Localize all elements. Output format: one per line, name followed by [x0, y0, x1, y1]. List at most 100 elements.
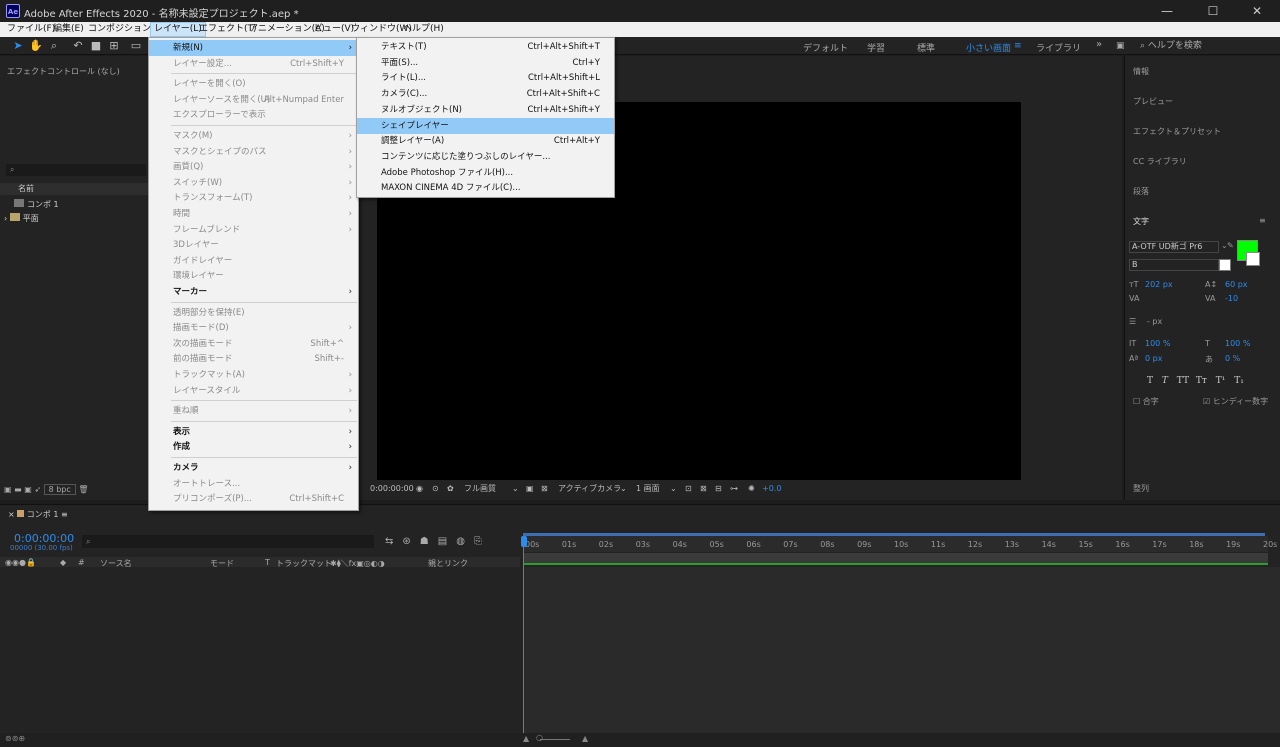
more-workspaces-icon[interactable]: »: [1096, 39, 1102, 50]
new-submenu-item-3[interactable]: カメラ(C)... Ctrl+Alt+Shift+C: [357, 86, 614, 102]
zoom-slider[interactable]: [540, 739, 570, 740]
av-switches-icon[interactable]: ◉◉●🔒: [5, 558, 36, 567]
layer-menu-item-5[interactable]: エクスプローラーで表示: [149, 107, 358, 123]
baseline-value[interactable]: 0 px: [1145, 354, 1162, 363]
zoom-tool-icon[interactable]: ⌕: [46, 39, 62, 53]
zoom-out-icon[interactable]: ▲: [523, 734, 529, 743]
selection-tool-icon[interactable]: ➤: [10, 39, 26, 53]
camera-dropdown[interactable]: アクティブカメラ: [558, 480, 621, 498]
comp-mini-flowchart-icon[interactable]: ⇆: [385, 536, 402, 547]
new-submenu-item-8[interactable]: Adobe Photoshop ファイル(H)...: [357, 165, 614, 181]
snapshot-icon[interactable]: ◉: [416, 480, 423, 498]
timeline-search-input[interactable]: ⌕: [82, 535, 374, 548]
layer-menu-item-22[interactable]: 前の描画モード Shift+-: [149, 351, 358, 367]
project-item-folder[interactable]: › 平面: [4, 213, 39, 224]
workspace-small-screen[interactable]: 小さい画面: [966, 41, 1011, 54]
workspace-standard[interactable]: 標準: [917, 41, 935, 54]
layer-menu-item-1[interactable]: レイヤー設定... Ctrl+Shift+Y: [149, 56, 358, 72]
project-item-comp[interactable]: コンポ 1: [14, 199, 59, 210]
layer-menu-item-3[interactable]: レイヤーを開く(O): [149, 76, 358, 92]
layer-menu-item-29[interactable]: 作成 ›: [149, 439, 358, 455]
pan-behind-tool-icon[interactable]: ⊞: [106, 39, 122, 53]
views-dropdown[interactable]: 1 画面: [636, 480, 660, 498]
rectangle-tool-icon[interactable]: ▭: [128, 39, 144, 53]
layer-menu-item-8[interactable]: マスクとシェイプのパス ›: [149, 144, 358, 160]
timeline-tab[interactable]: × コンポ 1 ≡: [8, 509, 68, 520]
layer-menu-item-20[interactable]: 描画モード(D) ›: [149, 320, 358, 336]
character-panel-header[interactable]: 文字: [1133, 216, 1149, 227]
leading-value[interactable]: 60 px: [1225, 280, 1248, 289]
stroke-color-swatch[interactable]: [1246, 252, 1260, 266]
small-caps-button[interactable]: Tт: [1196, 376, 1207, 386]
eyedropper-icon[interactable]: ✎: [1227, 241, 1234, 250]
close-tab-icon[interactable]: ×: [8, 510, 17, 519]
layer-menu-item-28[interactable]: 表示 ›: [149, 424, 358, 440]
playhead-handle[interactable]: [521, 536, 527, 547]
menu-8[interactable]: ヘルプ(H): [400, 22, 447, 37]
graph-editor-icon[interactable]: ⎘: [474, 536, 491, 547]
white-swatch[interactable]: [1219, 259, 1231, 271]
workspace-learn[interactable]: 学習: [867, 41, 885, 54]
reset-exposure-icon[interactable]: ✺: [748, 480, 755, 498]
label-icon[interactable]: ◆: [60, 558, 66, 567]
info-panel-header[interactable]: 情報: [1133, 66, 1149, 77]
panel-menu-icon[interactable]: ≡: [1259, 216, 1266, 225]
search-help-toggle-icon[interactable]: ▣: [1116, 41, 1125, 51]
layer-menu-item-17[interactable]: マーカー ›: [149, 284, 358, 300]
transparency-grid-icon[interactable]: ⊠: [541, 480, 548, 498]
shy-icon[interactable]: ☗: [420, 536, 438, 547]
resolution-dropdown[interactable]: フル画質: [464, 480, 496, 498]
workspace-libraries[interactable]: ライブラリ: [1036, 41, 1081, 54]
maximize-button[interactable]: ☐: [1190, 0, 1236, 22]
layer-menu-item-15[interactable]: ガイドレイヤー: [149, 253, 358, 269]
layer-menu-item-12[interactable]: 時間 ›: [149, 206, 358, 222]
layer-menu-item-9[interactable]: 画質(Q) ›: [149, 159, 358, 175]
toggle-switches-icon[interactable]: ⊚⊚⊕: [5, 734, 25, 743]
roi-icon[interactable]: ▣: [526, 480, 534, 498]
flowchart-icon[interactable]: ⊶: [730, 480, 738, 498]
layer-menu-item-24[interactable]: レイヤースタイル ›: [149, 383, 358, 399]
layer-list[interactable]: [0, 567, 520, 733]
new-comp-icon[interactable]: ▣: [24, 485, 34, 494]
timeline-graph-area[interactable]: [523, 567, 1280, 733]
layer-menu-item-31[interactable]: カメラ ›: [149, 460, 358, 476]
preview-panel-header[interactable]: プレビュー: [1133, 96, 1173, 107]
faux-italic-button[interactable]: T: [1162, 376, 1168, 386]
menu-1[interactable]: 編集(E): [50, 22, 87, 37]
layer-menu-item-32[interactable]: オートトレース...: [149, 476, 358, 492]
zoom-in-icon[interactable]: ▲: [582, 734, 588, 743]
time-ruler[interactable]: 00s 01s 02s 03s 04s 05s 06s 07s 08s 09s 10s 11s 12s 1…: [523, 536, 1277, 552]
layer-menu-item-7[interactable]: マスク(M) ›: [149, 128, 358, 144]
align-panel-header[interactable]: 整列: [1133, 483, 1149, 494]
project-column-name[interactable]: 名前: [0, 183, 148, 195]
layer-menu-item-10[interactable]: スイッチ(W) ›: [149, 175, 358, 191]
layer-menu-item-16[interactable]: 環境レイヤー: [149, 268, 358, 284]
panel-menu-icon[interactable]: ≡: [61, 510, 68, 519]
show-snapshot-icon[interactable]: ⊙: [432, 480, 439, 498]
font-family-dropdown[interactable]: A-OTF UD新ゴ Pr6: [1129, 241, 1219, 253]
exposure-value[interactable]: +0.0: [762, 480, 781, 498]
toggle-pixel-aspect-icon[interactable]: ⊡: [685, 480, 692, 498]
subscript-button[interactable]: T₁: [1234, 376, 1244, 386]
channel-icon[interactable]: ✿: [447, 480, 454, 498]
new-submenu-item-4[interactable]: ヌルオブジェクト(N) Ctrl+Alt+Shift+Y: [357, 102, 614, 118]
hindi-digits-checkbox[interactable]: ☑ ヒンディー数字: [1203, 396, 1268, 407]
workspace-default[interactable]: デフォルト: [803, 41, 848, 54]
layer-menu-item-26[interactable]: 重ね順 ›: [149, 403, 358, 419]
stroke-width-value[interactable]: - px: [1147, 317, 1162, 326]
fast-preview-icon[interactable]: ⊠: [700, 480, 707, 498]
motion-blur-icon[interactable]: ◍: [456, 536, 474, 547]
new-folder-icon[interactable]: ▬: [14, 485, 24, 494]
tracking-value[interactable]: -10: [1225, 294, 1238, 303]
timeline-toggle-icon[interactable]: ⊟: [715, 480, 722, 498]
vertical-scale-value[interactable]: 100 %: [1145, 339, 1170, 348]
new-submenu-item-2[interactable]: ライト(L)... Ctrl+Alt+Shift+L: [357, 70, 614, 86]
render-icon[interactable]: ➶: [34, 485, 43, 494]
cc-libraries-panel-header[interactable]: CC ライブラリ: [1133, 156, 1187, 167]
effects-presets-panel-header[interactable]: エフェクト＆プリセット: [1133, 126, 1221, 137]
superscript-button[interactable]: T¹: [1216, 376, 1226, 386]
layer-menu-item-4[interactable]: レイヤーソースを開く(U) Alt+Numpad Enter: [149, 92, 358, 108]
new-submenu-item-5[interactable]: シェイプレイヤー: [357, 117, 614, 134]
font-style-dropdown[interactable]: B: [1129, 259, 1219, 271]
viewer-timecode[interactable]: 0:00:00:00: [370, 480, 414, 498]
